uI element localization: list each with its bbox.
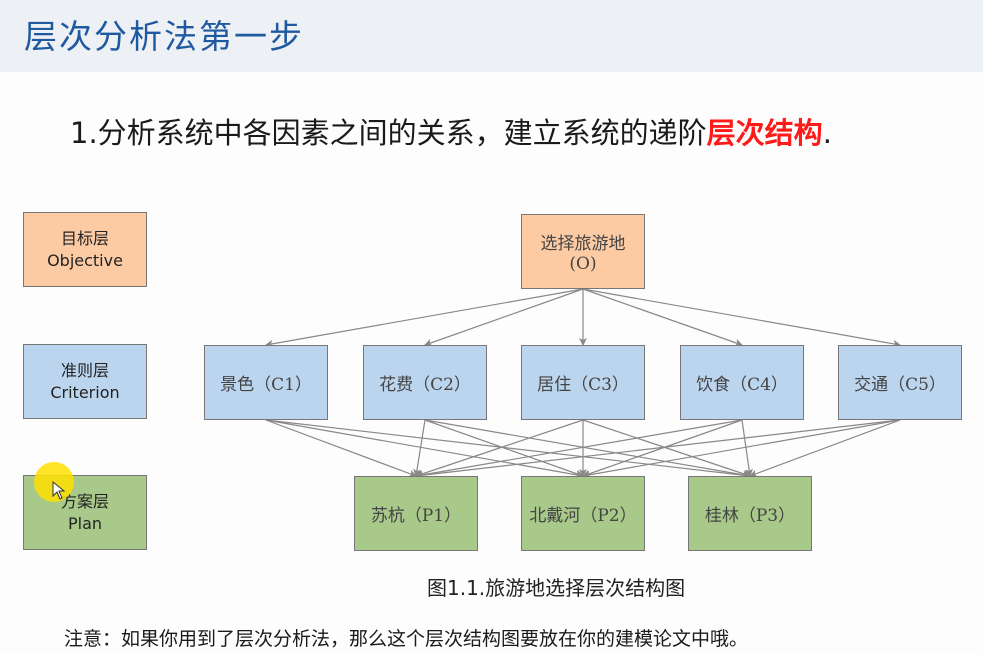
criterion-node: 交通（C5） [838, 345, 962, 420]
criterion-label: 饮食（C4） [696, 375, 788, 395]
criterion-label: 花费（C2） [379, 375, 471, 395]
edge-arrow [415, 419, 743, 479]
plan-node: 北戴河（P2） [521, 476, 645, 551]
edge-arrow [265, 419, 584, 479]
edge-arrow [424, 288, 584, 347]
plan-label: 桂林（P3） [704, 506, 796, 526]
goal-node: 选择旅游地 (O) [521, 214, 645, 289]
edge-arrow [415, 419, 901, 480]
criterion-node: 景色（C1） [204, 345, 328, 420]
mouse-cursor-icon [52, 481, 66, 500]
goal-code: (O) [569, 254, 597, 274]
edge-arrow [424, 419, 751, 479]
criterion-node: 居住（C3） [521, 345, 645, 420]
edge-arrow [265, 288, 584, 348]
plan-node: 桂林（P3） [688, 476, 812, 551]
plan-label: 北戴河（P2） [529, 506, 637, 526]
edge-arrow [582, 288, 901, 348]
criterion-label: 景色（C1） [220, 375, 312, 395]
note-text: 注意：如果你用到了层次分析法，那么这个层次结构图要放在你的建模论文中哦。 [64, 628, 749, 650]
plan-label: 苏杭（P1） [370, 506, 462, 526]
diagram-edges [265, 288, 901, 480]
plan-node: 苏杭（P1） [354, 476, 478, 551]
edge-arrow [582, 288, 743, 347]
criterion-node: 饮食（C4） [680, 345, 804, 420]
edge-arrow [265, 419, 751, 480]
edge-arrow [582, 419, 901, 479]
criterion-label: 居住（C3） [537, 375, 629, 395]
figure-caption: 图1.1.旅游地选择层次结构图 [427, 576, 686, 600]
criterion-node: 花费（C2） [363, 345, 487, 420]
goal-label: 选择旅游地 [540, 234, 626, 254]
criterion-label: 交通（C5） [854, 375, 946, 395]
